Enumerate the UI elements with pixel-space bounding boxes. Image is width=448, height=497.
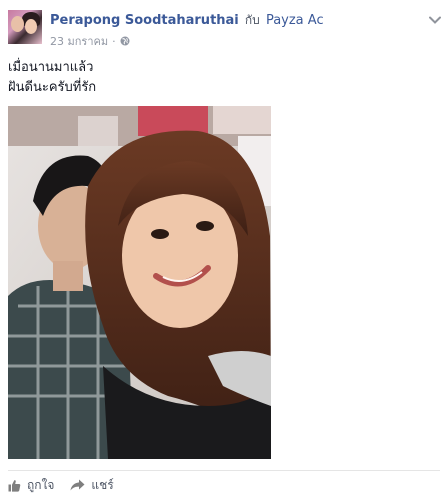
tagged-user-link[interactable]: Payza Ac bbox=[266, 13, 324, 28]
post-actions: ถูกใจ แชร์ bbox=[8, 476, 114, 494]
with-text: กับ bbox=[244, 13, 260, 27]
avatar[interactable] bbox=[8, 10, 42, 44]
author-link[interactable]: Perapong Soodtaharuthai bbox=[50, 13, 239, 28]
post-photo[interactable] bbox=[8, 106, 271, 459]
meta-separator: · bbox=[112, 34, 116, 48]
facebook-post: Perapong Soodtaharuthai กับ Payza Ac 23 … bbox=[0, 0, 448, 497]
post-title: Perapong Soodtaharuthai กับ Payza Ac bbox=[50, 11, 324, 30]
like-button[interactable]: ถูกใจ bbox=[8, 476, 54, 495]
share-arrow-icon bbox=[70, 479, 85, 491]
thumbs-up-icon bbox=[8, 479, 21, 492]
like-label: ถูกใจ bbox=[27, 477, 55, 492]
globe-icon[interactable] bbox=[120, 36, 130, 46]
share-button[interactable]: แชร์ bbox=[70, 476, 114, 495]
message-line: เมื่อนานมาแล้ว bbox=[8, 60, 94, 75]
chevron-down-icon[interactable] bbox=[429, 9, 441, 24]
post-date[interactable]: 23 มกราคม bbox=[50, 32, 108, 50]
post-message: เมื่อนานมาแล้ว ฝันดีนะครับที่รัก bbox=[8, 58, 96, 98]
post-meta: 23 มกราคม · bbox=[50, 32, 130, 50]
actions-divider bbox=[8, 470, 440, 471]
message-line: ฝันดีนะครับที่รัก bbox=[8, 80, 97, 95]
share-label: แชร์ bbox=[91, 477, 114, 492]
